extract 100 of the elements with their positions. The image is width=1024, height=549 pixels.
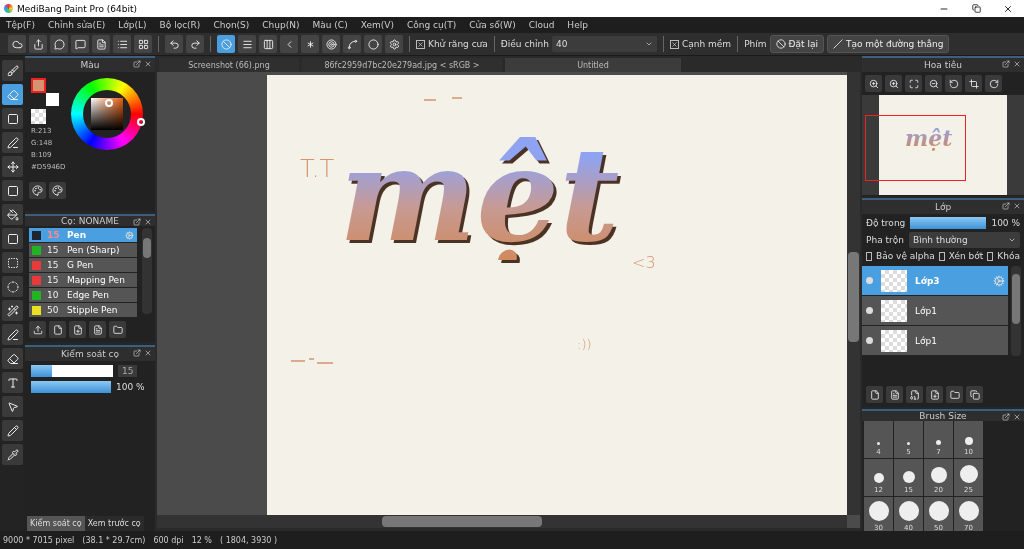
pointer-icon[interactable] [2,396,23,417]
document-tab[interactable]: Untitled [505,58,681,72]
menu-item[interactable]: Chỉnh sửa(E) [47,20,106,30]
brush-item[interactable]: 10 Edge Pen [29,288,137,302]
panel-tab[interactable]: Kiểm soát cọ [27,516,85,531]
rotate-right-icon[interactable] [985,75,1002,92]
menu-item[interactable]: Màu (C) [312,20,348,30]
menu-item[interactable]: Cloud [528,20,555,30]
new-layer-icon[interactable] [866,386,883,403]
zoom-in-icon[interactable] [885,75,902,92]
add-layer-icon[interactable] [926,386,943,403]
document-tab[interactable]: Screenshot (66).png [159,58,299,72]
popout-icon[interactable] [133,349,141,357]
magic-wand-icon[interactable] [2,300,23,321]
undo-icon[interactable] [165,35,183,53]
redo-icon[interactable] [186,35,204,53]
settings-icon[interactable] [385,35,403,53]
grid-icon[interactable] [134,35,152,53]
menu-item[interactable]: Lớp(L) [118,20,147,30]
share-icon[interactable] [29,35,47,53]
scrollbar[interactable] [847,72,860,515]
brush-icon[interactable] [2,60,23,81]
cloud-icon[interactable] [8,35,26,53]
background-swatch[interactable] [46,93,59,106]
new-file-icon[interactable] [49,321,66,338]
opacity-slider[interactable] [31,381,111,393]
brush-item[interactable]: 15 G Pen [29,258,137,272]
close-icon[interactable] [1003,3,1013,14]
layer-item[interactable]: Lớp1 [862,296,1008,325]
panel-tab[interactable]: Xem trước cọ [84,516,144,531]
concentric-circles-icon[interactable] [322,35,340,53]
brush-item[interactable]: 50 Stipple Pen [29,303,137,317]
rotate-left-icon[interactable] [945,75,962,92]
document-tab[interactable]: 86fc2959d7bc20e279ad.jpg < sRGB > [302,58,502,72]
move-icon[interactable] [2,156,23,177]
fit-icon[interactable] [905,75,922,92]
visibility-icon[interactable] [866,307,873,314]
brush-item[interactable]: 15 Pen (Sharp) [29,243,137,257]
scrollbar[interactable] [1011,266,1021,356]
checkbox[interactable] [987,251,994,261]
foreground-swatch[interactable] [31,78,46,93]
layer-item[interactable]: Lớp1 [862,326,1008,355]
checkbox[interactable] [670,39,679,49]
comment-icon[interactable] [71,35,89,53]
transparent-swatch[interactable] [31,109,46,124]
document-icon[interactable] [92,35,110,53]
select-pen-icon[interactable] [2,324,23,345]
opacity-slider[interactable] [910,217,987,229]
scrollbar[interactable] [142,228,152,314]
reset-button[interactable]: Đặt lại [769,35,824,53]
popout-icon[interactable] [133,218,141,226]
add-file-icon[interactable] [69,321,86,338]
menu-item[interactable]: Bộ lọc(R) [159,20,201,30]
visibility-icon[interactable] [866,337,873,344]
curve-icon[interactable] [343,35,361,53]
folder-icon[interactable] [109,321,126,338]
crop-icon[interactable] [965,75,982,92]
popout-icon[interactable] [1002,60,1010,68]
square-icon[interactable] [2,108,23,129]
palette-icon[interactable] [29,182,46,199]
rectangle-select-icon[interactable] [2,252,23,273]
popout-icon[interactable] [1002,202,1010,210]
select-eraser-icon[interactable] [2,348,23,369]
menu-item[interactable]: Cửa sổ(W) [469,20,516,30]
fill-square-icon[interactable] [2,180,23,201]
vertical-lines-icon[interactable] [259,35,277,53]
size-slider[interactable] [31,365,113,377]
popout-icon[interactable] [1002,413,1010,421]
document-icon[interactable] [89,321,106,338]
scrollbar[interactable] [157,515,847,528]
checkbox[interactable] [416,39,425,49]
speech-bubble-icon[interactable] [50,35,68,53]
palette-settings-icon[interactable] [49,182,66,199]
text-icon[interactable] [2,372,23,393]
lasso-icon[interactable] [2,276,23,297]
menu-item[interactable]: Công cụ(T) [406,20,457,30]
checkbox[interactable] [866,251,872,261]
menu-item[interactable]: Chọn(S) [213,20,250,30]
checkbox[interactable] [938,251,945,261]
radial-lines-icon[interactable] [301,35,319,53]
popout-icon[interactable] [133,60,141,68]
dropdown[interactable]: 40 [552,36,657,52]
circle-icon[interactable] [364,35,382,53]
menu-item[interactable]: Chụp(N) [262,20,300,30]
brush-item[interactable]: 15 Mapping Pen [29,273,137,287]
parallel-lines-icon[interactable] [238,35,256,53]
polyline-icon[interactable] [2,132,23,153]
upload-icon[interactable] [29,321,46,338]
eyedropper-icon[interactable] [2,444,23,465]
menu-item[interactable]: Help [567,20,588,30]
menu-item[interactable]: Xem(V) [360,20,394,30]
paint-bucket-icon[interactable] [2,204,23,225]
size-field[interactable]: 15 [118,365,138,377]
folder-icon[interactable] [946,386,963,403]
menu-item[interactable]: Tệp(F) [6,20,35,30]
numbered-layer-icon[interactable] [906,386,923,403]
list-icon[interactable] [113,35,131,53]
restore-icon[interactable] [971,3,981,13]
blend-dropdown[interactable]: Bình thường [908,232,1020,248]
straight-line-button[interactable]: Tạo một đường thẳng [826,35,950,53]
